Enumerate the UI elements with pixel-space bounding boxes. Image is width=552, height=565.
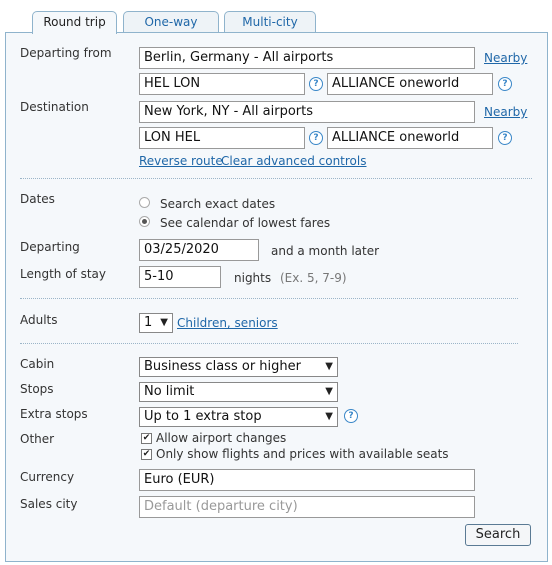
allow-airport-changes-checkbox[interactable]: ✔ [141,433,152,444]
clear-advanced-controls-link[interactable]: Clear advanced controls [221,154,367,168]
calendar-fares-radio[interactable] [139,216,150,227]
origin-alliance-input[interactable]: ALLIANCE oneworld [327,73,493,95]
origin-input[interactable]: Berlin, Germany - All airports [139,47,475,69]
origin-alliance-help-icon[interactable]: ? [498,77,512,91]
destination-alliance-input[interactable]: ALLIANCE oneworld [327,127,493,149]
chevron-down-icon: ▼ [325,386,333,397]
extra-stops-select[interactable]: Up to 1 extra stop ▼ [139,407,338,427]
currency-input[interactable]: Euro (EUR) [139,469,475,491]
sales-city-input[interactable]: Default (departure city) [139,496,475,518]
stops-select[interactable]: No limit ▼ [139,382,338,402]
children-seniors-link[interactable]: Children, seniors [177,316,278,330]
cabin-value: Business class or higher [144,359,301,374]
allow-airport-changes-label[interactable]: Allow airport changes [156,431,286,445]
chevron-down-icon: ▼ [160,317,168,328]
destination-codes-help-icon[interactable]: ? [309,131,323,145]
search-button[interactable]: Search [465,524,531,546]
stops-label: Stops [20,382,54,396]
length-of-stay-input[interactable]: 5-10 [139,266,221,288]
nights-label: nights [234,271,272,285]
exact-dates-label[interactable]: Search exact dates [160,197,275,211]
stops-value: No limit [144,384,195,399]
reverse-route-link[interactable]: Reverse route [139,154,223,168]
adults-value: 1 [144,315,153,330]
adults-label: Adults [20,313,58,327]
destination-nearby-link[interactable]: Nearby [484,105,527,119]
departing-date-input[interactable]: 03/25/2020 [139,239,259,261]
other-label: Other [20,432,55,446]
tab-one-way[interactable]: One-way [123,11,219,33]
extra-stops-value: Up to 1 extra stop [144,409,262,424]
adults-select[interactable]: 1 ▼ [139,313,173,333]
divider [20,178,532,179]
destination-codes-input[interactable]: LON HEL [139,127,305,149]
destination-alliance-help-icon[interactable]: ? [498,131,512,145]
sales-city-label: Sales city [20,497,78,511]
extra-stops-help-icon[interactable]: ? [344,409,358,423]
origin-nearby-link[interactable]: Nearby [484,51,527,65]
departing-range-text: and a month later [271,244,380,258]
departing-label: Departing [20,240,80,254]
exact-dates-radio[interactable] [139,197,150,208]
calendar-fares-label[interactable]: See calendar of lowest fares [160,216,330,230]
chevron-down-icon: ▼ [325,361,333,372]
chevron-down-icon: ▼ [325,411,333,422]
available-seats-checkbox[interactable]: ✔ [141,449,152,460]
destination-label: Destination [20,100,89,114]
divider [20,343,518,344]
divider [20,298,518,299]
tab-round-trip[interactable]: Round trip [32,11,117,34]
destination-input[interactable]: New York, NY - All airports [139,101,475,123]
origin-codes-help-icon[interactable]: ? [309,77,323,91]
length-of-stay-hint: (Ex. 5, 7-9) [280,271,347,285]
available-seats-label[interactable]: Only show flights and prices with availa… [156,447,449,461]
departing-from-label: Departing from [20,46,112,60]
origin-codes-input[interactable]: HEL LON [139,73,305,95]
extra-stops-label: Extra stops [20,407,88,421]
length-of-stay-label: Length of stay [20,267,106,281]
cabin-select[interactable]: Business class or higher ▼ [139,357,338,377]
tab-multi-city[interactable]: Multi-city [224,11,316,33]
cabin-label: Cabin [20,357,55,371]
dates-label: Dates [20,192,55,206]
currency-label: Currency [20,470,75,484]
